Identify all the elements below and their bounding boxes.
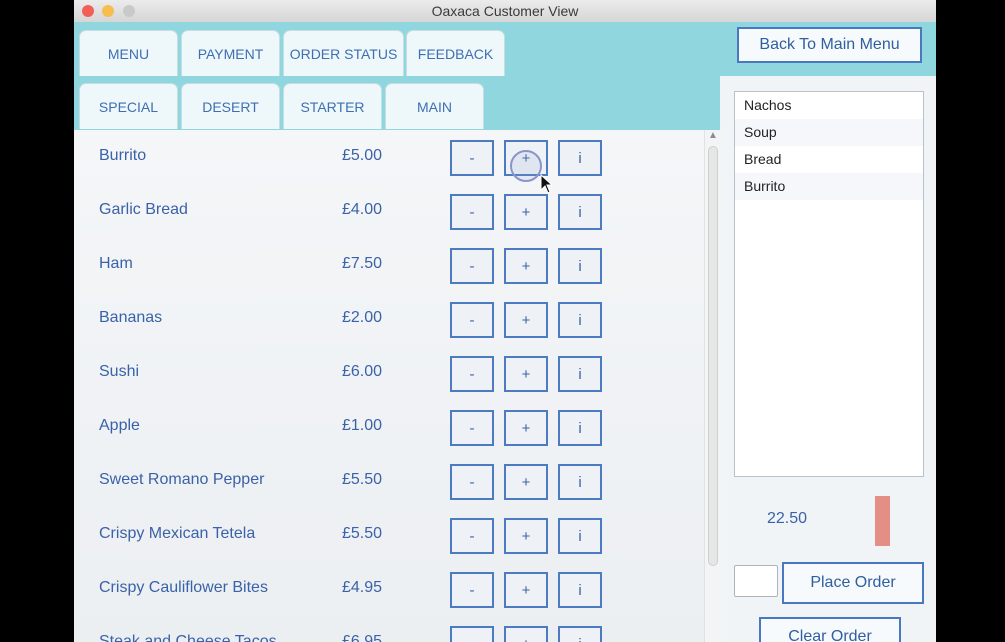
decrease-quantity-button[interactable]: -	[450, 140, 494, 176]
item-info-button[interactable]: i	[558, 410, 602, 446]
tab-order-status[interactable]: ORDER STATUS	[283, 30, 404, 76]
menu-item-price: £7.50	[342, 255, 383, 272]
menu-item-price: £5.00	[342, 147, 383, 164]
item-info-button[interactable]: i	[558, 626, 602, 642]
decrease-quantity-button[interactable]: -	[450, 302, 494, 338]
decrease-quantity-button[interactable]: -	[450, 410, 494, 446]
menu-item-name: Sweet Romano Pepper	[99, 471, 265, 488]
increase-quantity-button[interactable]: +	[504, 194, 548, 230]
order-list-item[interactable]: Soup	[735, 119, 923, 146]
increase-quantity-button[interactable]: +	[504, 248, 548, 284]
menu-item-name: Sushi	[99, 363, 140, 380]
tab-starter[interactable]: STARTER	[283, 83, 382, 129]
item-info-button[interactable]: i	[558, 518, 602, 554]
menu-item-row: Sushi £6.00 - + i	[74, 350, 704, 404]
menu-item-price: £4.95	[342, 579, 383, 596]
menu-item-price: £1.00	[342, 417, 383, 434]
zoom-window-button[interactable]	[123, 5, 135, 17]
table-number-field[interactable]	[734, 565, 778, 597]
item-info-button[interactable]: i	[558, 302, 602, 338]
increase-quantity-button[interactable]: +	[504, 518, 548, 554]
order-list-item[interactable]: Burrito	[735, 173, 923, 200]
order-list[interactable]: Nachos Soup Bread Burrito	[734, 91, 924, 477]
decrease-quantity-button[interactable]: -	[450, 248, 494, 284]
menu-item-price: £5.50	[342, 471, 383, 488]
decrease-quantity-button[interactable]: -	[450, 626, 494, 642]
tab-main[interactable]: MAIN	[385, 83, 484, 129]
menu-item-row: Garlic Bread £4.00 - + i	[74, 188, 704, 242]
item-info-button[interactable]: i	[558, 248, 602, 284]
window-title: Oaxaca Customer View	[431, 3, 579, 19]
order-list-item[interactable]: Nachos	[735, 92, 923, 119]
increase-quantity-button[interactable]: +	[504, 626, 548, 642]
increase-quantity-button[interactable]: +	[504, 356, 548, 392]
increase-quantity-button[interactable]: +	[504, 464, 548, 500]
decrease-quantity-button[interactable]: -	[450, 518, 494, 554]
back-to-main-menu-button[interactable]: Back To Main Menu	[737, 27, 922, 63]
menu-item-name: Garlic Bread	[99, 201, 188, 218]
menu-item-row: Bananas £2.00 - + i	[74, 296, 704, 350]
menu-item-row: Steak and Cheese Tacos £6.95 - + i	[74, 620, 704, 642]
menu-item-row: Burrito £5.00 - + i	[74, 134, 704, 188]
item-info-button[interactable]: i	[558, 464, 602, 500]
menu-item-name: Burrito	[99, 147, 147, 164]
menu-item-name: Steak and Cheese Tacos	[99, 633, 277, 642]
decrease-quantity-button[interactable]: -	[450, 572, 494, 608]
order-list-item[interactable]: Bread	[735, 146, 923, 173]
tab-desert[interactable]: DESERT	[181, 83, 280, 129]
menu-item-name: Crispy Cauliflower Bites	[99, 579, 268, 596]
menu-item-name: Bananas	[99, 309, 163, 326]
title-bar: Oaxaca Customer View	[74, 0, 936, 23]
app-window: Oaxaca Customer View MENU PAYMENT ORDER …	[74, 0, 936, 642]
menu-item-row: Crispy Cauliflower Bites £4.95 - + i	[74, 566, 704, 620]
scroll-thumb[interactable]	[708, 146, 718, 566]
decrease-quantity-button[interactable]: -	[450, 464, 494, 500]
menu-item-name: Apple	[99, 417, 140, 434]
item-info-button[interactable]: i	[558, 194, 602, 230]
clear-order-button[interactable]: Clear Order	[759, 617, 901, 642]
menu-item-list: Burrito £5.00 - + i Garlic Bread £4.00 -…	[74, 130, 704, 642]
decrease-quantity-button[interactable]: -	[450, 194, 494, 230]
menu-item-name: Crispy Mexican Tetela	[99, 525, 256, 542]
status-indicator	[875, 496, 890, 546]
decrease-quantity-button[interactable]: -	[450, 356, 494, 392]
increase-quantity-button[interactable]: +	[504, 140, 548, 176]
menu-item-price: £6.00	[342, 363, 383, 380]
menu-item-price: £6.95	[342, 633, 383, 642]
item-info-button[interactable]: i	[558, 572, 602, 608]
scroll-up-arrow-icon[interactable]: ▲	[708, 130, 718, 142]
menu-item-name: Ham	[99, 255, 133, 272]
tab-special[interactable]: SPECIAL	[79, 83, 178, 129]
menu-item-price: £5.50	[342, 525, 383, 542]
minimize-window-button[interactable]	[102, 5, 114, 17]
menu-item-price: £2.00	[342, 309, 383, 326]
menu-item-row: Apple £1.00 - + i	[74, 404, 704, 458]
menu-item-price: £4.00	[342, 201, 383, 218]
item-info-button[interactable]: i	[558, 140, 602, 176]
menu-item-row: Ham £7.50 - + i	[74, 242, 704, 296]
menu-scrollbar[interactable]: ▲	[704, 130, 721, 642]
order-total: 22.50	[767, 510, 808, 527]
tab-payment[interactable]: PAYMENT	[181, 30, 280, 76]
increase-quantity-button[interactable]: +	[504, 410, 548, 446]
item-info-button[interactable]: i	[558, 356, 602, 392]
increase-quantity-button[interactable]: +	[504, 572, 548, 608]
place-order-button[interactable]: Place Order	[782, 562, 924, 604]
menu-item-row: Sweet Romano Pepper £5.50 - + i	[74, 458, 704, 512]
menu-item-row: Crispy Mexican Tetela £5.50 - + i	[74, 512, 704, 566]
increase-quantity-button[interactable]: +	[504, 302, 548, 338]
tab-menu[interactable]: MENU	[79, 30, 178, 76]
tab-feedback[interactable]: FEEDBACK	[406, 30, 505, 76]
close-window-button[interactable]	[82, 5, 94, 17]
